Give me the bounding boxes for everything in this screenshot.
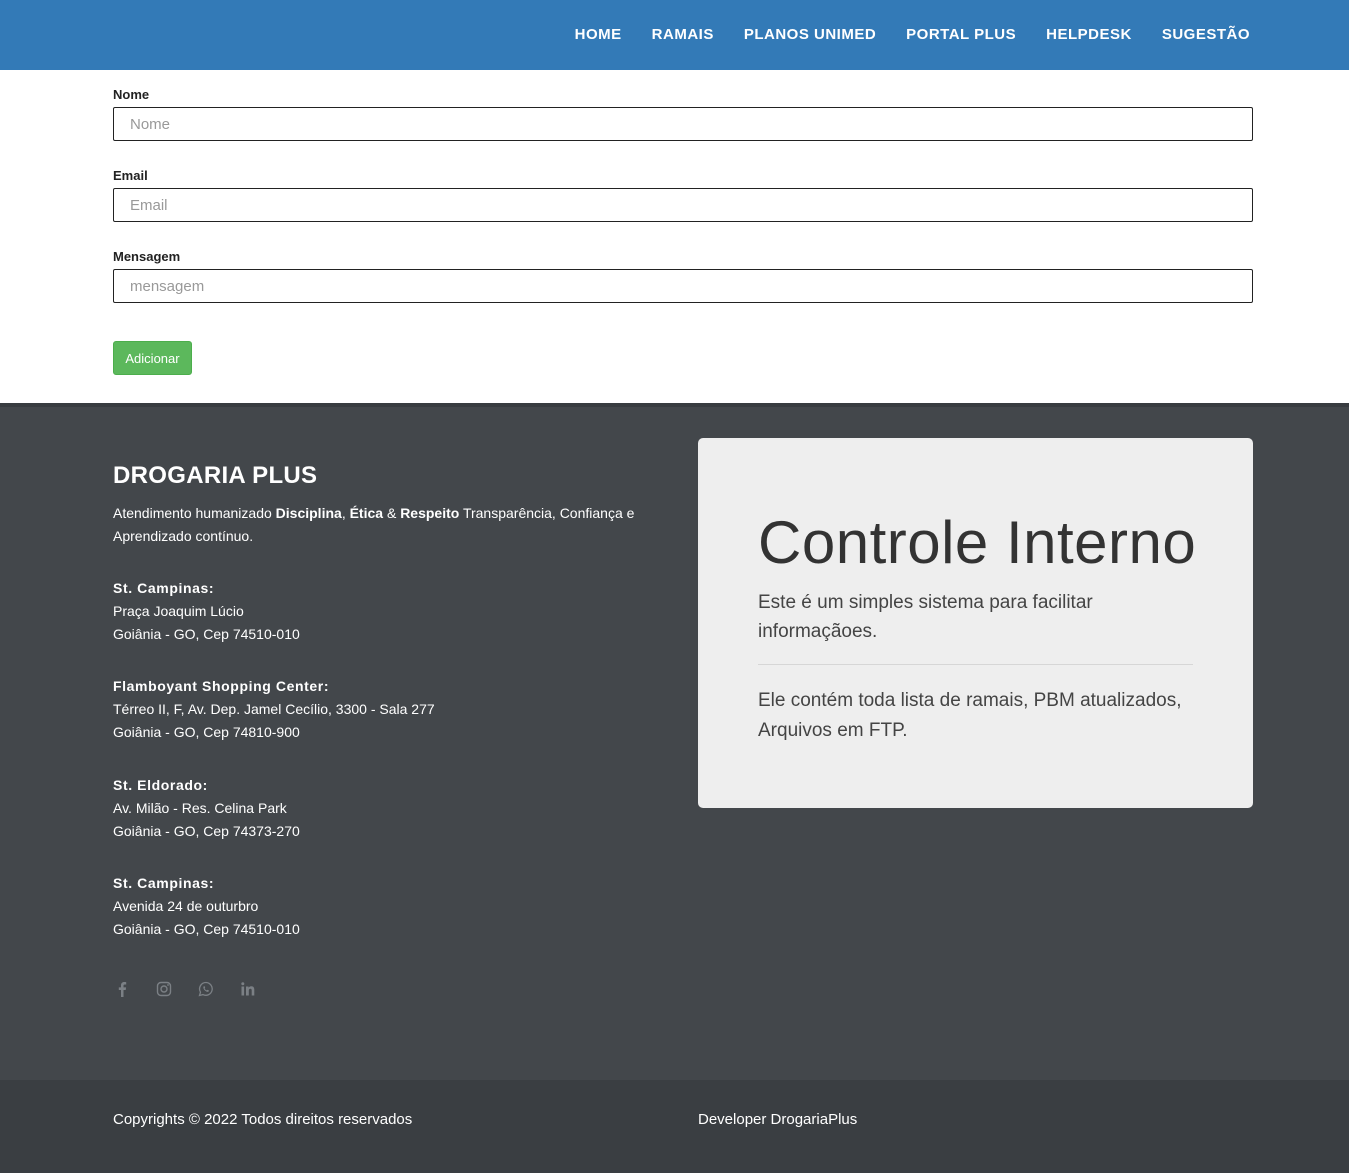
nav-item-portal-plus: PORTAL PLUS bbox=[906, 26, 1016, 44]
nome-group: Nome bbox=[113, 86, 1253, 141]
jumbotron-divider bbox=[758, 664, 1193, 665]
mensagem-label: Mensagem bbox=[113, 249, 181, 264]
footer: DROGARIA PLUS Atendimento humanizado Dis… bbox=[0, 403, 1349, 1080]
nome-label: Nome bbox=[113, 87, 150, 102]
nome-input[interactable] bbox=[113, 107, 1253, 141]
nav-item-sugestao: SUGESTÃO bbox=[1162, 26, 1250, 44]
jumbotron-title: Controle Interno bbox=[758, 509, 1197, 576]
nav-item-planos-unimed: PLANOS UNIMED bbox=[744, 26, 876, 44]
address-line: Avenida 24 de outurbro bbox=[113, 898, 259, 914]
tagline-bold-respeito: Respeito bbox=[400, 505, 460, 521]
nav-item-ramais: RAMAIS bbox=[652, 26, 714, 44]
bottom-bar: Copyrights © 2022 Todos direitos reserva… bbox=[0, 1080, 1349, 1173]
nav-item-helpdesk: HELPDESK bbox=[1046, 26, 1132, 44]
address-line: Goiânia - GO, Cep 74810-900 bbox=[113, 724, 300, 740]
nav-item-home: HOME bbox=[575, 26, 622, 44]
linkedin-icon[interactable] bbox=[239, 980, 256, 997]
mensagem-group: Mensagem bbox=[113, 248, 1253, 303]
address-title: St. Eldorado: bbox=[113, 777, 208, 793]
address-title: St. Campinas: bbox=[113, 580, 215, 596]
address-line: Praça Joaquim Lúcio bbox=[113, 603, 244, 619]
whatsapp-icon[interactable] bbox=[197, 980, 214, 997]
email-label: Email bbox=[113, 168, 148, 183]
nav-link-sugestao[interactable]: SUGESTÃO bbox=[1162, 26, 1250, 43]
address-title: St. Campinas: bbox=[113, 875, 215, 891]
nav-link-ramais[interactable]: RAMAIS bbox=[652, 26, 714, 43]
jumbotron-text: Ele contém toda lista de ramais, PBM atu… bbox=[758, 690, 1182, 741]
facebook-icon[interactable] bbox=[113, 980, 130, 997]
address-line: Av. Milão - Res. Celina Park bbox=[113, 800, 287, 816]
address-block: St. Eldorado: Av. Milão - Res. Celina Pa… bbox=[113, 774, 300, 843]
footer-tagline: Atendimento humanizado Disciplina, Ética… bbox=[113, 502, 643, 548]
copyright-text: Copyrights © 2022 Todos direitos reserva… bbox=[113, 1111, 413, 1128]
social-links bbox=[113, 980, 256, 997]
suggestion-form: Nome Email Mensagem Adicionar bbox=[0, 70, 1349, 403]
tagline-text-1: Atendimento humanizado bbox=[113, 505, 276, 521]
jumbotron-lead: Este é um simples sistema para facilitar… bbox=[758, 592, 1093, 642]
tagline-text-2: , bbox=[341, 505, 350, 521]
address-line: Goiânia - GO, Cep 74510-010 bbox=[113, 626, 300, 642]
address-title: Flamboyant Shopping Center: bbox=[113, 678, 330, 694]
address-block: Flamboyant Shopping Center: Térreo II, F… bbox=[113, 675, 435, 744]
tagline-text-3: & bbox=[383, 505, 401, 521]
email-input[interactable] bbox=[113, 188, 1253, 222]
nav-link-portal-plus[interactable]: PORTAL PLUS bbox=[906, 26, 1016, 43]
nav-link-planos-unimed[interactable]: PLANOS UNIMED bbox=[744, 26, 876, 43]
instagram-icon[interactable] bbox=[155, 980, 172, 997]
email-group: Email bbox=[113, 167, 1253, 222]
controle-interno-panel: Controle Interno Este é um simples siste… bbox=[698, 438, 1253, 808]
address-line: Goiânia - GO, Cep 74373-270 bbox=[113, 823, 300, 839]
nav-menu: HOME RAMAIS PLANOS UNIMED PORTAL PLUS HE… bbox=[575, 0, 1250, 70]
address-line: Térreo II, F, Av. Dep. Jamel Cecílio, 33… bbox=[113, 701, 435, 717]
footer-brand: DROGARIA PLUS bbox=[113, 462, 318, 489]
adicionar-button[interactable]: Adicionar bbox=[113, 341, 192, 375]
nav-link-helpdesk[interactable]: HELPDESK bbox=[1046, 26, 1132, 43]
nav-link-home[interactable]: HOME bbox=[575, 26, 622, 43]
address-block: St. Campinas: Praça Joaquim Lúcio Goiâni… bbox=[113, 577, 300, 646]
tagline-bold-disciplina: Disciplina bbox=[275, 505, 342, 521]
top-navbar: HOME RAMAIS PLANOS UNIMED PORTAL PLUS HE… bbox=[0, 0, 1349, 70]
address-block: St. Campinas: Avenida 24 de outurbro Goi… bbox=[113, 872, 300, 941]
developer-text: Developer DrogariaPlus bbox=[698, 1111, 858, 1128]
mensagem-input[interactable] bbox=[113, 269, 1253, 303]
tagline-bold-etica: Ética bbox=[349, 505, 384, 521]
address-line: Goiânia - GO, Cep 74510-010 bbox=[113, 921, 300, 937]
